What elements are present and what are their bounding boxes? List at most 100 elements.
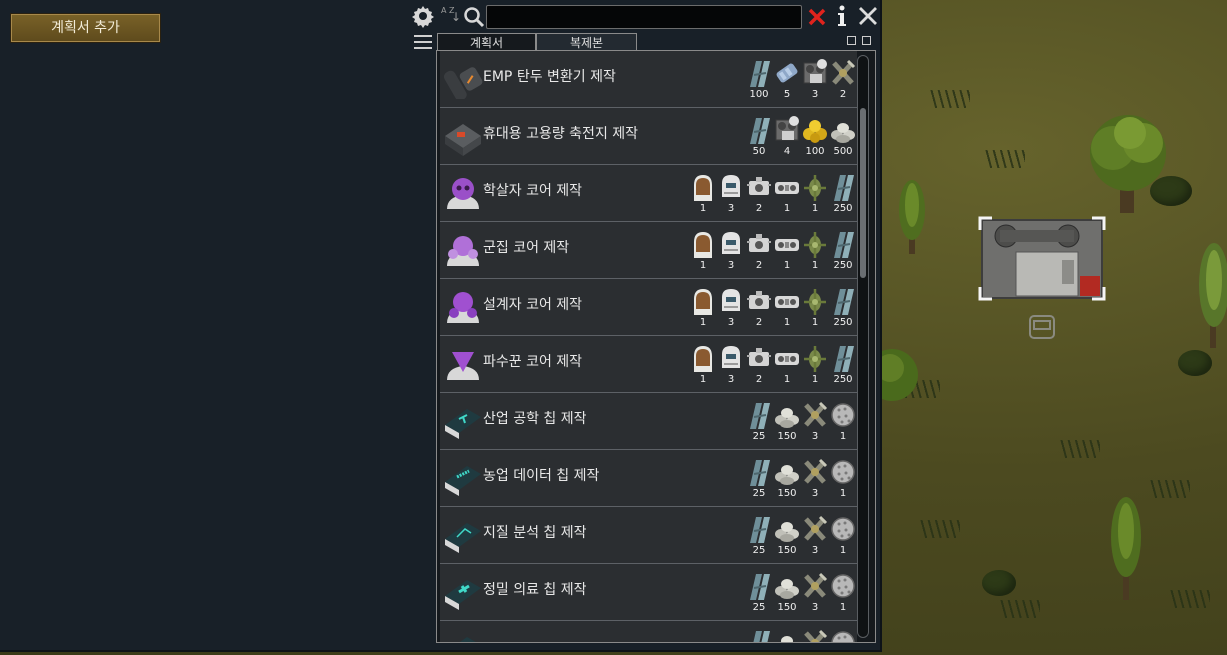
ingredient[interactable]: 2 — [745, 342, 773, 388]
recipe-row[interactable]: 지질 분석 칩 제작 25 150 3 1 — [440, 507, 857, 564]
ingredient[interactable] — [801, 627, 829, 642]
ingredient[interactable] — [745, 627, 773, 642]
expand-button[interactable] — [862, 36, 871, 45]
ingredient[interactable]: 3 — [717, 228, 745, 274]
recipe-row[interactable]: 파수꾼 코어 제작 1 3 2 1 1 250 — [440, 336, 857, 393]
scroll-thumb[interactable] — [860, 108, 866, 278]
ingredient[interactable]: 150 — [773, 570, 801, 616]
silver-icon — [831, 123, 855, 143]
broken-part-icon — [804, 629, 828, 642]
ingredient[interactable]: 2 — [745, 285, 773, 331]
ingredient[interactable]: 50 — [745, 114, 773, 160]
grass-patch — [930, 90, 970, 108]
chip-medical-icon — [445, 580, 481, 610]
swarm-core-icon — [447, 236, 479, 266]
plasteel-icon — [750, 460, 770, 486]
ingredient-list — [745, 627, 857, 642]
selected-machine-icon[interactable] — [978, 216, 1106, 301]
ingredient[interactable]: 150 — [773, 456, 801, 502]
grass-patch — [1000, 600, 1040, 618]
ingredient[interactable]: 1 — [829, 399, 857, 445]
ingredient[interactable]: 100 — [801, 114, 829, 160]
ingredient[interactable]: 150 — [773, 513, 801, 559]
ingredient[interactable]: 250 — [829, 285, 857, 331]
ingredient[interactable]: 1 — [829, 456, 857, 502]
ingredient[interactable]: 1 — [773, 342, 801, 388]
plasteel-icon — [750, 517, 770, 543]
scrollbar[interactable] — [857, 55, 869, 638]
ingredient[interactable]: 3 — [801, 456, 829, 502]
helmet-icon — [722, 232, 740, 254]
recipe-row[interactable]: 설계자 코어 제작 1 3 2 1 1 250 — [440, 279, 857, 336]
ingredient[interactable]: 2 — [745, 228, 773, 274]
ingredient[interactable]: 250 — [829, 342, 857, 388]
recipe-row[interactable]: 군집 코어 제작 1 3 2 1 1 250 — [440, 222, 857, 279]
ingredient[interactable] — [829, 627, 857, 642]
plasteel-icon — [834, 232, 854, 258]
ingredient[interactable]: 3 — [801, 399, 829, 445]
ingredient[interactable]: 1 — [829, 570, 857, 616]
ingredient[interactable]: 25 — [745, 513, 773, 559]
ingredient[interactable] — [773, 627, 801, 642]
recipe-row[interactable]: 휴대용 고용량 축전지 제작 50 4 100 500 — [440, 108, 857, 165]
ingredient[interactable]: 1 — [829, 513, 857, 559]
search-input[interactable] — [486, 5, 802, 29]
ingredient[interactable]: 500 — [829, 114, 857, 160]
ingredient[interactable]: 100 — [745, 57, 773, 103]
ingredient[interactable]: 25 — [745, 456, 773, 502]
ingredient[interactable]: 3 — [801, 57, 829, 103]
chip-industry-icon — [445, 409, 481, 439]
info-icon[interactable] — [830, 4, 854, 28]
recipe-row[interactable]: EMP 탄두 변환기 제작 100 5 3 2 — [440, 51, 857, 108]
ingredient[interactable]: 150 — [773, 399, 801, 445]
plasteel-icon — [834, 346, 854, 372]
close-icon[interactable] — [856, 4, 880, 28]
ingredient[interactable]: 3 — [801, 513, 829, 559]
search-icon — [464, 7, 485, 28]
menu-icon[interactable] — [411, 30, 435, 54]
ingredient[interactable]: 250 — [829, 171, 857, 217]
ingredient[interactable]: 250 — [829, 228, 857, 274]
ingredient[interactable]: 4 — [773, 114, 801, 160]
gold-icon — [803, 120, 827, 143]
ingredient-list: 100 5 3 2 — [745, 57, 857, 103]
ingredient[interactable]: 1 — [801, 285, 829, 331]
ingredient[interactable]: 1 — [689, 228, 717, 274]
ingredient[interactable]: 3 — [717, 171, 745, 217]
ingredient[interactable]: 1 — [773, 171, 801, 217]
ingredient[interactable]: 1 — [773, 285, 801, 331]
ingredient[interactable]: 2 — [829, 57, 857, 103]
clear-search-icon[interactable] — [805, 5, 829, 29]
bush — [1150, 176, 1192, 206]
ingredient-list: 25 150 3 1 — [745, 399, 857, 445]
ingredient[interactable]: 1 — [801, 342, 829, 388]
ingredient[interactable]: 1 — [689, 342, 717, 388]
ingredient[interactable]: 3 — [717, 342, 745, 388]
ingredient[interactable]: 1 — [773, 228, 801, 274]
collapse-button[interactable] — [847, 36, 856, 45]
sort-alphabetical-icon[interactable]: A Z ↓ — [441, 6, 461, 28]
recipe-row[interactable] — [440, 621, 857, 642]
grass-patch — [985, 150, 1025, 168]
ingredient[interactable]: 25 — [745, 570, 773, 616]
ingredient[interactable]: 25 — [745, 399, 773, 445]
recipe-row[interactable]: 정밀 의료 칩 제작 25 150 3 1 — [440, 564, 857, 621]
ingredient[interactable]: 1 — [801, 228, 829, 274]
recipe-row[interactable]: 학살자 코어 제작 1 3 2 1 1 250 — [440, 165, 857, 222]
add-plan-button[interactable]: 계획서 추가 — [10, 13, 161, 43]
ingredient[interactable]: 1 — [689, 285, 717, 331]
ingredient[interactable]: 1 — [689, 171, 717, 217]
recipe-row[interactable]: 농업 데이터 칩 제작 25 150 3 1 — [440, 450, 857, 507]
ingredient[interactable]: 5 — [773, 57, 801, 103]
ingredient[interactable]: 2 — [745, 171, 773, 217]
recipe-row[interactable]: 산업 공학 칩 제작 25 150 3 1 — [440, 393, 857, 450]
film-reel-icon — [775, 353, 799, 365]
ingredient[interactable]: 3 — [801, 570, 829, 616]
tab-copies[interactable]: 복제본 — [536, 33, 637, 51]
ingredient[interactable]: 3 — [717, 285, 745, 331]
gear-part-icon — [747, 291, 771, 309]
tab-plans[interactable]: 계획서 — [437, 33, 536, 51]
ingredient[interactable]: 1 — [801, 171, 829, 217]
gear-icon[interactable] — [411, 4, 435, 28]
ingredient-count: 250 — [833, 374, 853, 385]
